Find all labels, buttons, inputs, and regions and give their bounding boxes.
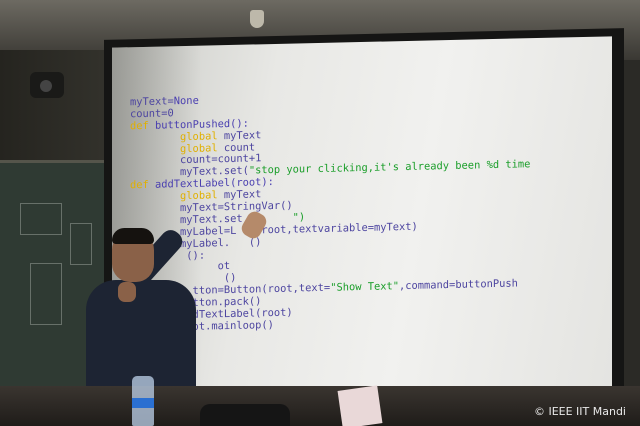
watermark: © IEEE IIT Mandi [533,405,626,418]
presenter-microphone-hand [118,282,136,302]
code-token: global [180,189,218,203]
chalk-drawing [30,263,62,325]
paper-stack [337,385,383,426]
chalk-drawing [20,203,62,235]
lecture-photo: myText=None count=0 def buttonPushed(): gl… [0,0,640,426]
presenter-hair [112,228,154,244]
ceiling-light [250,10,264,28]
code-token: () [230,235,262,249]
code-token: global [180,141,218,155]
bottle-label [132,398,154,408]
code-token: def [130,178,156,192]
code-token: "Show Text" [330,280,400,294]
code-token: ,command=buttonPush [399,277,518,293]
code-token: global [180,129,218,143]
code-token: None [173,94,199,108]
camera-lens [40,80,52,92]
bag [200,404,290,426]
code-token: def [130,119,156,133]
chalk-drawing [70,223,92,265]
code-token: count [217,140,256,154]
